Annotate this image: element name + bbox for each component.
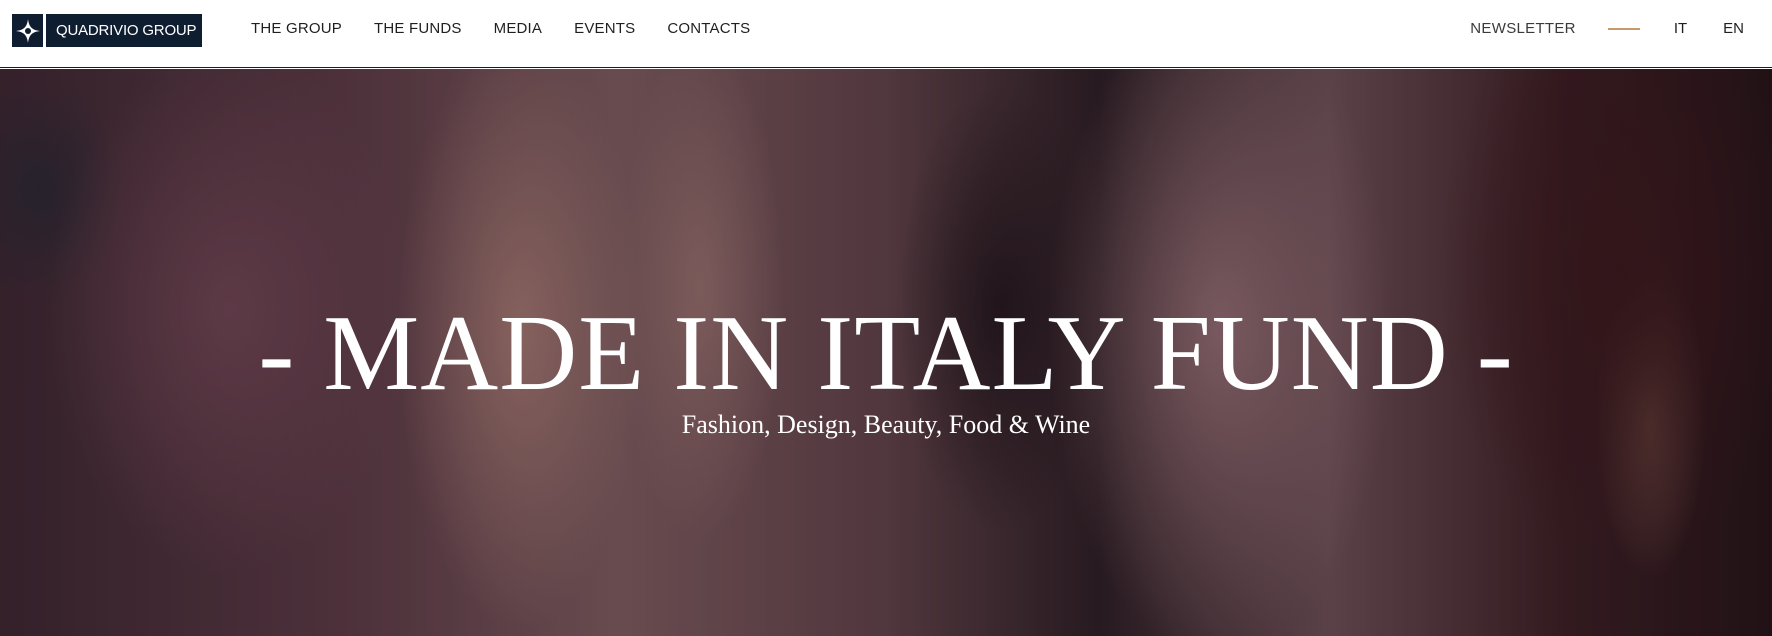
logo-text: QUADRIVIO GROUP: [56, 22, 197, 39]
hero-subtitle: Fashion, Design, Beauty, Food & Wine: [681, 410, 1091, 439]
language-it[interactable]: IT: [1674, 20, 1687, 38]
nav-events[interactable]: EVENTS: [574, 20, 635, 38]
quadrivio-logo[interactable]: QUADRIVIO GROUP: [12, 14, 202, 47]
divider-line: [1607, 28, 1640, 30]
nav-media[interactable]: MEDIA: [494, 20, 543, 38]
nav-contacts[interactable]: CONTACTS: [667, 20, 750, 38]
hero-title: - MADE IN ITALY FUND -: [258, 294, 1514, 413]
language-en[interactable]: EN: [1723, 20, 1744, 38]
quadrivio-star-icon: [12, 14, 46, 47]
nav-the-group[interactable]: THE GROUP: [251, 20, 342, 38]
main-nav: THE GROUP THE FUNDS MEDIA EVENTS CONTACT…: [251, 20, 750, 38]
nav-the-funds[interactable]: THE FUNDS: [374, 20, 462, 38]
newsletter-link[interactable]: NEWSLETTER: [1470, 20, 1576, 38]
hero-banner: - MADE IN ITALY FUND - Fashion, Design, …: [0, 69, 1772, 636]
utility-nav: NEWSLETTER IT EN: [1470, 20, 1744, 38]
site-header: QUADRIVIO GROUP THE GROUP THE FUNDS MEDI…: [0, 0, 1772, 68]
